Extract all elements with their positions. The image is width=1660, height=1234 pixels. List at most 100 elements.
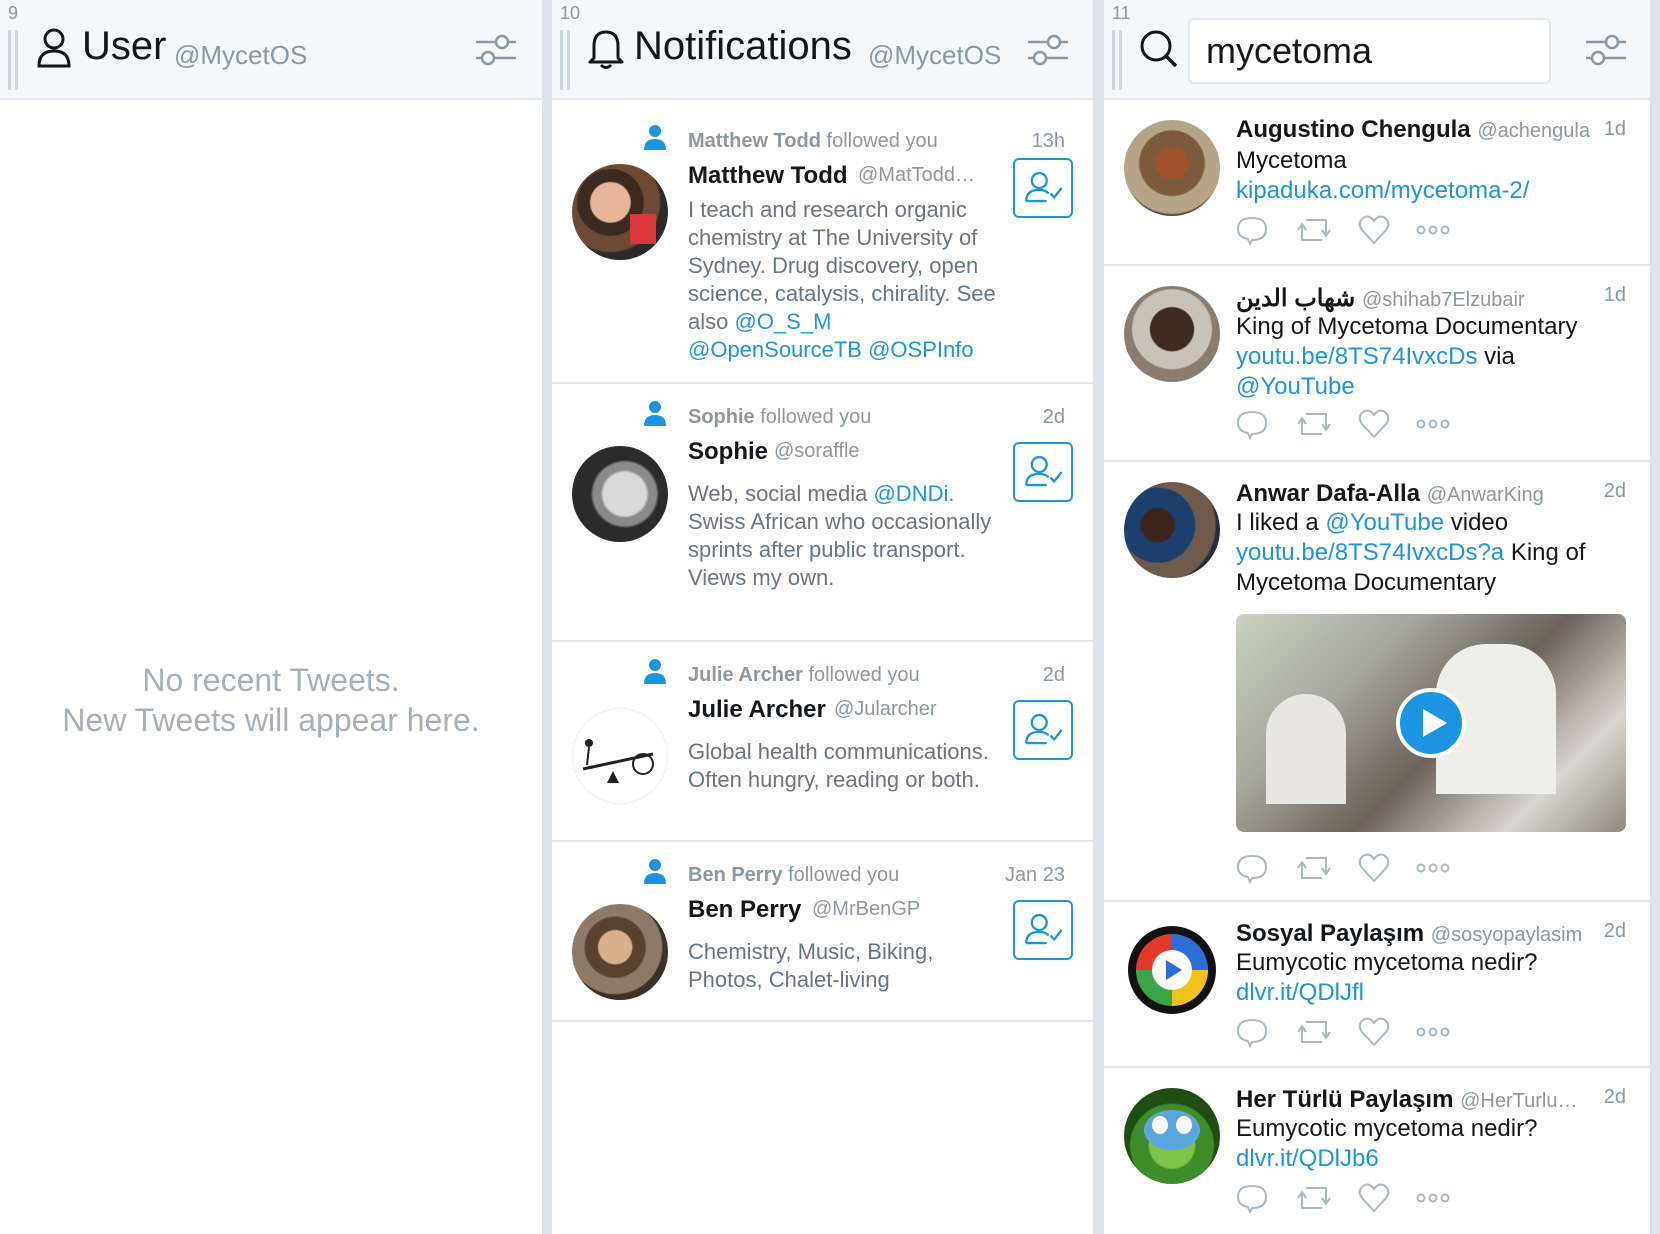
user-handle[interactable]: @MrBenGP bbox=[812, 898, 1012, 921]
tweet[interactable]: Her Türlü Paylaşım @HerTurlu… 2d Eumycot… bbox=[1104, 1068, 1650, 1234]
tweet-author[interactable]: Sosyal Paylaşım @sosyopaylasim bbox=[1236, 920, 1582, 948]
more-icon[interactable] bbox=[1416, 1016, 1450, 1048]
retweet-icon[interactable] bbox=[1296, 1182, 1332, 1214]
video-thumbnail[interactable] bbox=[1236, 614, 1626, 832]
reply-icon[interactable] bbox=[1236, 1016, 1268, 1048]
like-icon[interactable] bbox=[1358, 214, 1390, 246]
avatar[interactable] bbox=[572, 446, 668, 542]
like-icon[interactable] bbox=[1358, 1182, 1390, 1214]
user-name[interactable]: Sophie bbox=[688, 438, 768, 466]
tweet[interactable]: شهاب الدين @shihab7Elzubair 1d King of M… bbox=[1104, 266, 1650, 462]
tweet-link[interactable]: dlvr.it/QDlJb6 bbox=[1236, 1144, 1616, 1174]
reply-icon[interactable] bbox=[1236, 214, 1268, 246]
notification-item[interactable]: Ben Perry followed you Jan 23 Ben Perry … bbox=[552, 842, 1093, 1022]
tweet-mention[interactable]: @YouTube bbox=[1236, 372, 1616, 402]
user-handle[interactable]: @soraffle bbox=[774, 440, 974, 463]
filter-settings-icon[interactable] bbox=[1026, 30, 1070, 70]
follow-user-icon bbox=[1025, 171, 1063, 203]
tweet-link[interactable]: dlvr.it/QDlJfl bbox=[1236, 978, 1616, 1008]
more-icon[interactable] bbox=[1416, 408, 1450, 440]
actor-name[interactable]: Sophie bbox=[688, 406, 755, 428]
retweet-icon[interactable] bbox=[1296, 852, 1332, 884]
tweet[interactable]: Sosyal Paylaşım @sosyopaylasim 2d Eumyco… bbox=[1104, 902, 1650, 1068]
avatar[interactable] bbox=[1124, 1088, 1220, 1184]
search-input[interactable]: mycetoma bbox=[1188, 18, 1551, 84]
actor-name[interactable]: Matthew Todd bbox=[688, 130, 821, 152]
reply-icon[interactable] bbox=[1236, 1182, 1268, 1214]
timestamp[interactable]: 2d bbox=[1043, 664, 1065, 687]
user-name[interactable]: Ben Perry bbox=[688, 896, 801, 924]
retweet-icon[interactable] bbox=[1296, 1016, 1332, 1048]
retweet-icon[interactable] bbox=[1296, 214, 1332, 246]
avatar[interactable] bbox=[572, 708, 668, 804]
drag-handle[interactable] bbox=[1112, 30, 1122, 90]
timestamp[interactable]: 2d bbox=[1604, 480, 1626, 503]
notification-item[interactable]: Matthew Todd followed you 13h Matthew To… bbox=[552, 100, 1093, 384]
tweet-author[interactable]: Anwar Dafa-Alla @AnwarKing bbox=[1236, 480, 1544, 508]
tweet-link[interactable]: youtu.be/8TS74IvxcDs?a bbox=[1236, 539, 1504, 566]
tweet-author[interactable]: شهاب الدين @shihab7Elzubair bbox=[1236, 284, 1525, 313]
empty-line-2: New Tweets will appear here. bbox=[62, 702, 480, 738]
tweet-actions bbox=[1236, 1016, 1476, 1050]
follow-button[interactable] bbox=[1013, 442, 1073, 502]
author-handle[interactable]: @shihab7Elzubair bbox=[1362, 289, 1525, 311]
actor-name[interactable]: Ben Perry bbox=[688, 864, 783, 886]
tweet-author[interactable]: Augustino Chengula @achengula bbox=[1236, 116, 1590, 144]
author-name[interactable]: Anwar Dafa-Alla bbox=[1236, 480, 1420, 507]
tweet[interactable]: Anwar Dafa-Alla @AnwarKing 2d I liked a … bbox=[1104, 462, 1650, 902]
tweet-author[interactable]: Her Türlü Paylaşım @HerTurlu… bbox=[1236, 1086, 1577, 1114]
filter-settings-icon[interactable] bbox=[474, 30, 518, 70]
like-icon[interactable] bbox=[1358, 408, 1390, 440]
timestamp[interactable]: Jan 23 bbox=[1005, 864, 1065, 887]
user-name[interactable]: Julie Archer bbox=[688, 696, 826, 724]
author-handle[interactable]: @achengula bbox=[1477, 120, 1590, 142]
avatar[interactable] bbox=[1124, 286, 1220, 382]
more-icon[interactable] bbox=[1416, 214, 1450, 246]
bio-links[interactable]: @O_S_M @OpenSourceTB @OSPInfo bbox=[688, 309, 974, 362]
avatar[interactable] bbox=[572, 904, 668, 1000]
timestamp[interactable]: 1d bbox=[1604, 284, 1626, 307]
timestamp[interactable]: 2d bbox=[1604, 920, 1626, 943]
author-handle[interactable]: @AnwarKing bbox=[1427, 484, 1544, 506]
user-name[interactable]: Matthew Todd bbox=[688, 162, 848, 190]
tweetdeck: 9 User @MycetOS No recent Tweets. New Tw… bbox=[0, 0, 1660, 1234]
tweet-mention[interactable]: @YouTube bbox=[1325, 509, 1444, 536]
drag-handle[interactable] bbox=[560, 30, 570, 90]
avatar[interactable] bbox=[572, 164, 668, 260]
bio-link[interactable]: @DNDi bbox=[873, 481, 948, 506]
tweet-link[interactable]: kipaduka.com/mycetoma-2/ bbox=[1236, 176, 1616, 206]
avatar[interactable] bbox=[1124, 120, 1220, 216]
avatar[interactable] bbox=[1124, 922, 1220, 1018]
author-name[interactable]: شهاب الدين bbox=[1236, 285, 1355, 312]
author-name[interactable]: Augustino Chengula bbox=[1236, 116, 1471, 143]
follow-button[interactable] bbox=[1013, 700, 1073, 760]
more-icon[interactable] bbox=[1416, 852, 1450, 884]
like-icon[interactable] bbox=[1358, 852, 1390, 884]
author-name[interactable]: Sosyal Paylaşım bbox=[1236, 920, 1424, 947]
more-icon[interactable] bbox=[1416, 1182, 1450, 1214]
play-icon[interactable] bbox=[1395, 687, 1467, 759]
follow-button[interactable] bbox=[1013, 158, 1073, 218]
retweet-icon[interactable] bbox=[1296, 408, 1332, 440]
avatar[interactable] bbox=[1124, 482, 1220, 578]
author-handle[interactable]: @sosyopaylasim bbox=[1431, 924, 1582, 946]
user-handle[interactable]: @MatTodd… bbox=[858, 164, 984, 187]
drag-handle[interactable] bbox=[8, 30, 18, 90]
reply-icon[interactable] bbox=[1236, 408, 1268, 440]
tweet[interactable]: Augustino Chengula @achengula 1d Mycetom… bbox=[1104, 100, 1650, 266]
timestamp[interactable]: 2d bbox=[1043, 406, 1065, 429]
actor-name[interactable]: Julie Archer bbox=[688, 664, 803, 686]
author-name[interactable]: Her Türlü Paylaşım bbox=[1236, 1086, 1453, 1113]
like-icon[interactable] bbox=[1358, 1016, 1390, 1048]
timestamp[interactable]: 2d bbox=[1604, 1086, 1626, 1109]
reply-icon[interactable] bbox=[1236, 852, 1268, 884]
notification-item[interactable]: Julie Archer followed you 2d Julie Arche… bbox=[552, 642, 1093, 842]
notification-item[interactable]: Sophie followed you 2d Sophie @soraffle … bbox=[552, 384, 1093, 642]
user-handle[interactable]: @Jularcher bbox=[834, 698, 1034, 721]
follow-button[interactable] bbox=[1013, 900, 1073, 960]
filter-settings-icon[interactable] bbox=[1584, 30, 1628, 70]
author-handle[interactable]: @HerTurlu… bbox=[1460, 1090, 1577, 1112]
tweet-link[interactable]: youtu.be/8TS74IvxcDs bbox=[1236, 343, 1477, 370]
timestamp[interactable]: 13h bbox=[1032, 130, 1065, 153]
timestamp[interactable]: 1d bbox=[1604, 118, 1626, 141]
